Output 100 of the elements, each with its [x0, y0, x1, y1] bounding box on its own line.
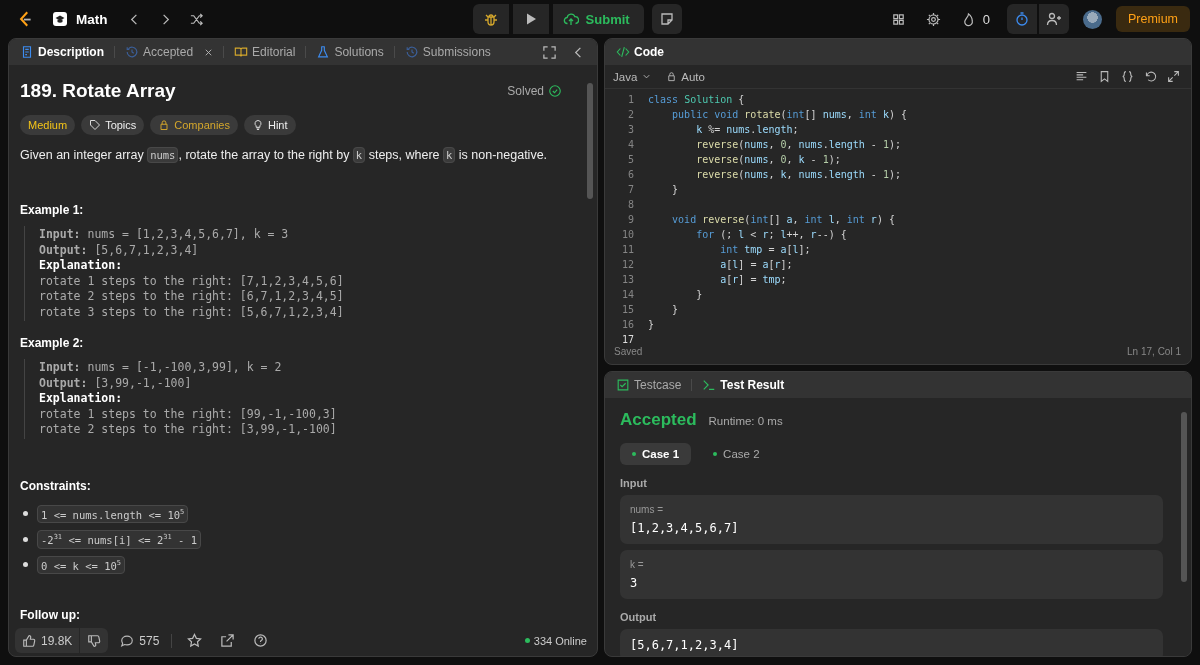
book-icon: [234, 45, 249, 59]
submit-button[interactable]: Submit: [552, 4, 644, 34]
example-line: Input: nums = [1,2,3,4,5,6,7], k = 3: [39, 227, 290, 243]
constraints-heading: Constraints:: [20, 478, 92, 493]
code-line: reverse(nums, k, nums.length - 1);: [695, 168, 901, 182]
example-line: rotate 1 steps to the right: [99,-1,-100,3]: [39, 406, 338, 422]
online-dot: [524, 638, 530, 643]
panel-title: Code: [613, 45, 667, 59]
history-icon: [404, 45, 419, 59]
line-number: 17: [620, 333, 634, 347]
comment-icon: [120, 633, 135, 648]
bullet-icon: [23, 562, 28, 568]
example-line: rotate 1 steps to the right: [7,1,2,3,4,5,6]: [39, 273, 345, 289]
terminal-icon: [702, 378, 717, 392]
cap-icon: [52, 11, 68, 27]
online-count: 334 Online: [524, 634, 587, 647]
bullet-icon: [23, 511, 28, 517]
line-number: 15: [620, 303, 634, 317]
code-line: k %= nums.length;: [695, 123, 799, 137]
code-line: reverse(nums, 0, k - 1);: [695, 153, 841, 167]
constraint: 1 <= nums.length <= 10$^{5}$: [37, 504, 189, 523]
tab[interactable]: Submissions: [401, 45, 494, 59]
problem-list-button[interactable]: Math: [52, 11, 108, 27]
example-label: Explanation:: [39, 391, 124, 407]
streak-button[interactable]: 0: [957, 8, 993, 30]
timer-button[interactable]: [1007, 4, 1037, 34]
constraint: 0 <= k <= 10$^{5}$: [37, 555, 126, 574]
dislike-button[interactable]: [80, 628, 109, 653]
code-icon: [616, 45, 630, 59]
code-line: }: [671, 183, 679, 197]
save-status: Saved: [614, 345, 643, 358]
code-line: void reverse(int[] a, int l, int r) {: [671, 213, 895, 227]
line-number: 11: [620, 243, 634, 257]
language-dropdown[interactable]: Java: [613, 70, 653, 83]
parameter-value: 3: [630, 576, 639, 591]
fullscreen-icon: [542, 44, 557, 60]
run-button[interactable]: [512, 4, 549, 34]
output-value: [5,6,7,1,2,3,4]: [630, 638, 740, 653]
tab[interactable]: Testcase: [613, 378, 685, 392]
tab[interactable]: Test Result: [699, 378, 788, 392]
example-line: rotate 2 steps to the right: [3,99,-1,-100]: [39, 422, 338, 438]
line-number: 1: [626, 93, 634, 107]
help-icon: [253, 633, 269, 648]
solved-status: Solved: [507, 84, 562, 98]
constraint: -2$^{31}$ <= nums[i] <= 2$^{31}$ - 1: [37, 530, 201, 549]
line-number: 3: [626, 123, 634, 137]
line-number: 2: [626, 108, 634, 122]
example-line: Output: [3,99,-1,-100]: [39, 375, 193, 391]
problem-title: 189. Rotate Array: [20, 80, 176, 102]
shuffle-icon: [188, 11, 204, 27]
notes-button[interactable]: [651, 4, 682, 34]
line-number: 16: [620, 318, 634, 332]
invite-button[interactable]: [1039, 4, 1069, 34]
debug-button[interactable]: [472, 4, 509, 34]
tab[interactable]: Description: [17, 45, 107, 59]
case-tab[interactable]: Case 1: [620, 443, 692, 465]
code-line: }: [671, 303, 679, 317]
auto-mode-button[interactable]: Auto: [666, 70, 705, 83]
lock-icon: [158, 119, 171, 131]
line-number: 12: [620, 258, 634, 272]
premium-button[interactable]: Premium: [1116, 6, 1190, 32]
share-icon: [220, 633, 236, 648]
topics-button[interactable]: Topics: [81, 115, 145, 135]
tab[interactable]: Solutions: [313, 45, 387, 59]
code-line: public void rotate(int[] nums, int k) {: [671, 108, 907, 122]
bug-icon: [482, 11, 499, 27]
document-icon: [20, 45, 34, 59]
difficulty-badge[interactable]: Medium: [20, 115, 76, 135]
case-tab[interactable]: Case 2: [701, 443, 772, 465]
code-line: for (; l < r; l++, r--) {: [695, 228, 847, 242]
companies-button[interactable]: Companies: [150, 115, 238, 135]
history-icon: [125, 45, 139, 59]
example-line: Output: [5,6,7,1,2,3,4]: [39, 242, 200, 258]
expand-icon: [1167, 70, 1180, 83]
example-line: Input: nums = [-1,-100,3,99], k = 2: [39, 360, 283, 376]
example-label: Explanation:: [39, 258, 124, 274]
line-number: 8: [626, 198, 634, 212]
example-line: rotate 3 steps to the right: [5,6,7,1,2,3,4]: [39, 304, 345, 320]
hint-button[interactable]: Hint: [243, 115, 296, 135]
like-button[interactable]: 19.8K: [15, 628, 80, 653]
output-label: Output: [620, 611, 658, 623]
tab[interactable]: Accepted: [122, 45, 197, 59]
example-heading: Example 2:: [20, 336, 85, 350]
flask-icon: [316, 45, 331, 59]
bookmark-icon: [1098, 70, 1111, 83]
runtime: Runtime: 0 ms: [708, 415, 783, 427]
star-icon: [187, 633, 203, 648]
cursor-position: Ln 17, Col 1: [1127, 345, 1181, 358]
note-icon: [658, 11, 675, 27]
line-number: 9: [626, 213, 634, 227]
line-number: 6: [626, 168, 634, 182]
parameter-name: k =: [630, 559, 645, 570]
lock-icon: [666, 71, 678, 82]
lightbulb-icon: [251, 119, 264, 131]
tab[interactable]: Editorial: [231, 45, 299, 59]
code-line: reverse(nums, 0, nums.length - 1);: [695, 138, 901, 152]
comments-button[interactable]: 575: [120, 633, 160, 648]
avatar[interactable]: [1083, 9, 1102, 29]
code-line: class Solution {: [648, 93, 745, 107]
example-heading: Example 1:: [20, 203, 85, 217]
